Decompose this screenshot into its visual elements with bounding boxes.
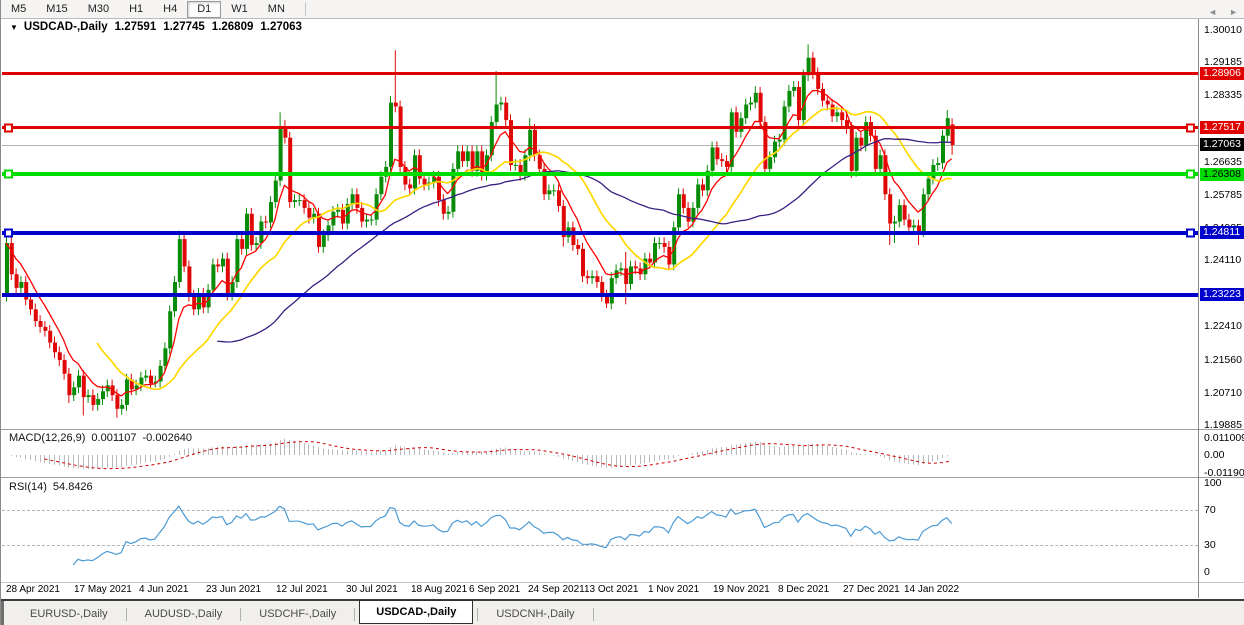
price-badge-1.28906: 1.28906 <box>1200 67 1244 80</box>
price-tick-1.22410: 1.22410 <box>1204 320 1242 332</box>
tab-separator <box>126 608 127 621</box>
hline-handle-l-1.27517[interactable] <box>4 123 13 132</box>
hline-handle-r-1.24811[interactable] <box>1186 229 1195 238</box>
tab-scrollbar: ◄ ► <box>1208 7 1238 17</box>
chart-tab-USDCADDaily[interactable]: USDCAD-,Daily <box>359 600 473 624</box>
chart-tab-USDCHFDaily[interactable]: USDCHF-,Daily <box>245 604 350 624</box>
price-badge-1.23223: 1.23223 <box>1200 288 1244 301</box>
tab-separator <box>593 608 594 621</box>
hline-handle-l-1.26308[interactable] <box>4 170 13 179</box>
price-tick-1.21560: 1.21560 <box>1204 354 1242 366</box>
timeframe-button-H4[interactable]: H4 <box>153 1 187 18</box>
ohlc-open: 1.27591 <box>115 21 157 33</box>
rsi-tick-100: 100 <box>1204 477 1222 489</box>
price-tick-1.20710: 1.20710 <box>1204 387 1242 399</box>
rsi-tick-0: 0 <box>1204 566 1210 578</box>
toolbar-separator <box>305 2 306 16</box>
price-badge-1.27063: 1.27063 <box>1200 138 1244 151</box>
ohlc-high: 1.27745 <box>163 21 205 33</box>
hline-1.28906[interactable] <box>2 72 1198 75</box>
ohlc-close: 1.27063 <box>260 21 302 33</box>
rsi-tick-30: 30 <box>1204 539 1216 551</box>
tab-scroll-right-icon[interactable]: ► <box>1229 7 1238 17</box>
date-label: 24 Sep 2021 <box>528 584 585 595</box>
symbol-dropdown-icon[interactable]: ▼ <box>10 23 18 32</box>
timeframe-button-MN[interactable]: MN <box>258 1 295 18</box>
chart-title: ▼ USDCAD-,Daily 1.27591 1.27745 1.26809 … <box>10 21 302 33</box>
timeframe-button-D1[interactable]: D1 <box>187 1 221 18</box>
price-tick-1.24110: 1.24110 <box>1204 254 1241 266</box>
panel-separator-macd-rsi[interactable] <box>1 477 1244 478</box>
tab-scroll-left-icon[interactable]: ◄ <box>1208 7 1217 17</box>
symbol-name: USDCAD-,Daily <box>24 21 108 33</box>
tab-separator <box>354 608 355 621</box>
price-badge-1.26308: 1.26308 <box>1200 168 1244 181</box>
hline-handle-r-1.26308[interactable] <box>1186 170 1195 179</box>
date-label: 4 Jun 2021 <box>139 584 189 595</box>
macd-value-1: 0.001107 <box>91 432 136 444</box>
date-label: 14 Jan 2022 <box>904 584 959 595</box>
macd-label: MACD(12,26,9) 0.001107 -0.002640 <box>9 432 192 444</box>
hline-handle-r-1.27517[interactable] <box>1186 123 1195 132</box>
date-label: 1 Nov 2021 <box>648 584 699 595</box>
timeframe-button-W1[interactable]: W1 <box>221 1 258 18</box>
mt4-chart-window: M5M15M30H1H4D1W1MN ▼ USDCAD-,Daily 1.275… <box>0 0 1244 625</box>
tab-separator <box>240 608 241 621</box>
price-badge-1.27517: 1.27517 <box>1200 121 1244 134</box>
date-label: 19 Nov 2021 <box>713 584 770 595</box>
date-label: 27 Dec 2021 <box>843 584 900 595</box>
price-badge-1.24811: 1.24811 <box>1200 226 1244 239</box>
price-tick-1.28335: 1.28335 <box>1204 89 1242 101</box>
tab-bar-edge <box>1 601 4 625</box>
chart-tab-bar: EURUSD-,Daily AUDUSD-,Daily USDCHF-,Daily U… <box>1 599 1244 625</box>
hline-1.24811[interactable] <box>2 231 1198 235</box>
price-axis-divider <box>1198 18 1199 598</box>
timeframe-toolbar: M5M15M30H1H4D1W1MN <box>1 0 1244 19</box>
price-tick-1.25785: 1.25785 <box>1204 189 1242 201</box>
macd-tick-0.011009: 0.011009 <box>1204 432 1244 444</box>
date-label: 17 May 2021 <box>74 584 132 595</box>
hline-1.26308[interactable] <box>2 172 1198 176</box>
price-tick-1.30010: 1.30010 <box>1204 24 1242 36</box>
chart-tab-AUDUSDDaily[interactable]: AUDUSD-,Daily <box>131 604 237 624</box>
rsi-name: RSI(14) <box>9 481 47 493</box>
rsi-label: RSI(14) 54.8426 <box>9 481 93 493</box>
panel-separator-main-macd[interactable] <box>1 429 1244 430</box>
macd-tick-0.00: 0.00 <box>1204 449 1224 461</box>
price-tick-1.26635: 1.26635 <box>1204 156 1242 168</box>
date-label: 13 Oct 2021 <box>584 584 638 595</box>
macd-name: MACD(12,26,9) <box>9 432 85 444</box>
date-label: 28 Apr 2021 <box>6 584 60 595</box>
date-axis: 28 Apr 2021 17 May 2021 4 Jun 2021 23 Jun 2… <box>1 583 1198 598</box>
rsi-value: 54.8426 <box>53 481 93 493</box>
timeframe-button-H1[interactable]: H1 <box>119 1 153 18</box>
macd-value-2: -0.002640 <box>143 432 193 444</box>
ohlc-low: 1.26809 <box>212 21 254 33</box>
date-label: 12 Jul 2021 <box>276 584 328 595</box>
hline-1.27517[interactable] <box>2 126 1198 129</box>
chart-tab-USDCNHDaily[interactable]: USDCNH-,Daily <box>482 604 588 624</box>
timeframe-button-M30[interactable]: M30 <box>78 1 119 18</box>
date-label: 18 Aug 2021 <box>411 584 467 595</box>
hline-handle-l-1.24811[interactable] <box>4 229 13 238</box>
timeframe-button-M5[interactable]: M5 <box>1 1 36 18</box>
date-label: 6 Sep 2021 <box>469 584 520 595</box>
rsi-tick-70: 70 <box>1204 504 1216 516</box>
panel-separator-rsi-dates <box>1 582 1244 583</box>
date-label: 23 Jun 2021 <box>206 584 261 595</box>
tab-separator <box>477 608 478 621</box>
chart-tab-EURUSDDaily[interactable]: EURUSD-,Daily <box>16 604 122 624</box>
date-label: 30 Jul 2021 <box>346 584 398 595</box>
hline-1.23223[interactable] <box>2 293 1198 297</box>
date-label: 8 Dec 2021 <box>778 584 829 595</box>
timeframe-button-M15[interactable]: M15 <box>36 1 77 18</box>
price-chart-canvas[interactable] <box>1 0 1244 625</box>
